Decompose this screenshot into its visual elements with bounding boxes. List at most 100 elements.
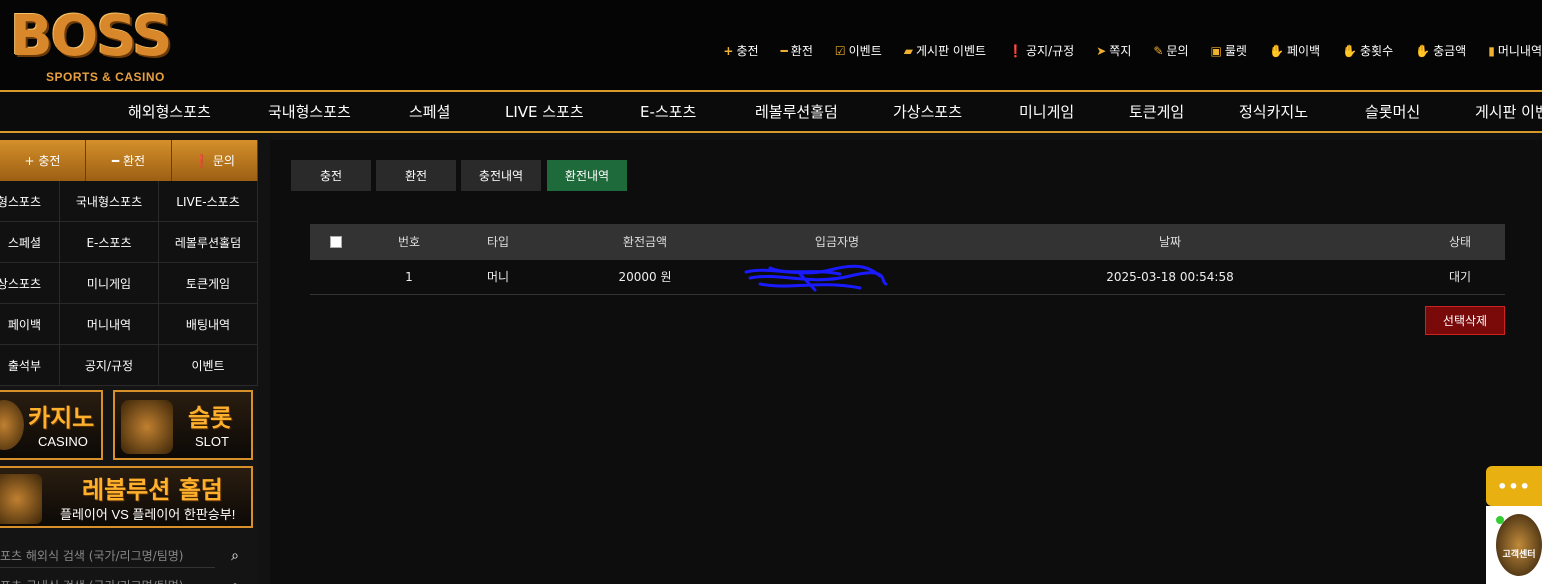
sidebar-button-label: 충전 — [38, 154, 61, 168]
sidebar-item[interactable]: 공지/규정 — [60, 345, 159, 385]
casino-banner-title: 카지노 — [28, 404, 95, 432]
logo-tagline: SPORTS & CASINO — [46, 70, 165, 84]
logo[interactable]: BOSS SPORTS & CASINO — [10, 6, 220, 88]
sidebar-item[interactable]: 출석부 — [0, 345, 60, 385]
edit-icon: ✎ — [1153, 43, 1164, 58]
top-link-label: 문의 — [1166, 44, 1189, 58]
top-links: + 충전 ━ 환전 ☑ 이벤트 ▰ 게시판 이벤트 ❗ 공지/규정 ➤ 쪽지 ✎ 문의 ▣ 룰렛… — [701, 42, 1542, 59]
hand-coin-icon: ✋ — [1415, 43, 1431, 58]
top-link-label: 머니내역 — [1497, 44, 1542, 58]
delete-selected-button[interactable]: 선택삭제 — [1425, 306, 1505, 335]
slot-banner[interactable]: 슬롯 SLOT — [113, 390, 253, 460]
top-link-notice[interactable]: ❗ 공지/규정 — [1008, 42, 1074, 59]
sidebar-item[interactable]: LIVE-스포츠 — [159, 181, 258, 221]
sidebar-button-label: 환전 — [122, 154, 146, 168]
top-link-money-history[interactable]: ▮ 머니내역 — [1488, 42, 1542, 59]
sidebar-top-buttons: + 충전 ━ 환전 ❗ 문의 — [0, 140, 258, 181]
roulette-wheel-icon — [0, 400, 24, 450]
top-link-label: 이벤트 — [848, 44, 882, 58]
hand-coin-icon: ✋ — [1342, 43, 1358, 58]
slot-machine-icon — [121, 400, 173, 454]
online-status-dot — [1496, 516, 1504, 524]
sidebar-item[interactable]: 머니내역 — [60, 304, 159, 344]
top-link-exchange[interactable]: ━ 환전 — [781, 42, 813, 59]
search-overseas-input[interactable]: 포츠 해외식 검색 (국가/리그명/팀명) — [0, 544, 215, 568]
top-link-label: 환전 — [790, 44, 813, 58]
row-type: 머니 — [486, 270, 510, 284]
top-link-label: 충금액 — [1433, 44, 1467, 58]
row-status: 대기 — [1448, 270, 1472, 284]
sidebar-item[interactable]: 페이백 — [0, 304, 60, 344]
sidebar-inquiry-button[interactable]: ❗ 문의 — [172, 140, 258, 181]
sidebar-row: 페이백 머니내역 배팅내역 — [0, 304, 258, 345]
top-link-roulette[interactable]: ▣ 룰렛 — [1211, 42, 1247, 59]
sidebar-row: 상스포츠 미니게임 토큰게임 — [0, 263, 258, 304]
top-link-event[interactable]: ☑ 이벤트 — [835, 42, 882, 59]
nav-special[interactable]: 스페셜 — [409, 101, 450, 122]
tab-exchange[interactable]: 환전 — [376, 160, 456, 191]
tab-exchange-history[interactable]: 환전내역 — [547, 160, 627, 191]
crown-icon — [0, 474, 42, 524]
nav-minigame[interactable]: 미니게임 — [1019, 101, 1074, 122]
nav-live-sports[interactable]: LIVE 스포츠 — [505, 101, 584, 122]
top-link-label: 충횟수 — [1360, 44, 1394, 58]
nav-token-game[interactable]: 토큰게임 — [1129, 101, 1184, 122]
logo-wordmark: BOSS — [10, 4, 172, 69]
casino-banner-subtitle: CASINO — [38, 434, 88, 449]
chat-widget[interactable]: 고객센터 — [1486, 506, 1542, 584]
row-amount: 20000 원 — [618, 270, 672, 284]
sidebar-item[interactable]: 이벤트 — [159, 345, 258, 385]
nav-slot-machine[interactable]: 슬롯머신 — [1365, 101, 1420, 122]
sidebar-exchange-button[interactable]: ━ 환전 — [86, 140, 172, 181]
search-domestic-input[interactable]: 포츠 국내식 검색 (국가/리그명/팀명) — [0, 574, 215, 584]
top-link-charge[interactable]: + 충전 — [723, 42, 758, 59]
nav-board-event[interactable]: 게시판 이벤 — [1475, 101, 1542, 122]
column-header: 상태 — [1448, 235, 1472, 249]
nav-domestic-sports[interactable]: 국내형스포츠 — [268, 101, 351, 122]
hand-coin-icon: ✋ — [1268, 43, 1284, 58]
sidebar-item[interactable]: 형스포츠 — [0, 181, 60, 221]
select-all-checkbox[interactable] — [330, 236, 342, 248]
top-link-label: 공지/규정 — [1026, 44, 1075, 58]
top-link-charge-count[interactable]: ✋ 충횟수 — [1342, 42, 1393, 59]
minus-icon: ━ — [111, 153, 120, 168]
casino-banner[interactable]: 카지노 CASINO — [0, 390, 103, 460]
wallet-icon: ▮ — [1488, 43, 1495, 58]
nav-virtual-sports[interactable]: 가상스포츠 — [893, 101, 962, 122]
nav-overseas-sports[interactable]: 해외형스포츠 — [128, 101, 211, 122]
sidebar-item[interactable]: 국내형스포츠 — [60, 181, 159, 221]
sidebar-item[interactable]: 배팅내역 — [159, 304, 258, 344]
customer-center-avatar: 고객센터 — [1496, 514, 1542, 576]
nav-casino[interactable]: 정식카지노 — [1239, 101, 1308, 122]
search-icon[interactable]: ⌕ — [215, 548, 255, 564]
top-link-board-event[interactable]: ▰ 게시판 이벤트 — [904, 42, 986, 59]
top-link-charge-amount[interactable]: ✋ 충금액 — [1415, 42, 1466, 59]
sidebar-item[interactable]: 레볼루션홀덤 — [159, 222, 258, 262]
sidebar-item[interactable]: E-스포츠 — [60, 222, 159, 262]
top-link-inquiry[interactable]: ✎ 문의 — [1153, 42, 1188, 59]
nav-esports[interactable]: E-스포츠 — [640, 101, 696, 122]
sidebar-item[interactable]: 상스포츠 — [0, 263, 60, 303]
nav-revolution-holdem[interactable]: 레볼루션홀덤 — [755, 101, 838, 122]
sidebar-item[interactable]: 미니게임 — [60, 263, 159, 303]
sidebar-menu-grid: 형스포츠 국내형스포츠 LIVE-스포츠 스페셜 E-스포츠 레볼루션홀덤 상스… — [0, 181, 258, 386]
board-event-icon: ▰ — [903, 43, 913, 58]
tab-charge[interactable]: 충전 — [291, 160, 371, 191]
alert-icon: ❗ — [194, 153, 210, 168]
top-link-payback[interactable]: ✋ 페이백 — [1269, 42, 1320, 59]
sidebar-item[interactable]: 스페셜 — [0, 222, 60, 262]
sidebar-item[interactable]: 토큰게임 — [159, 263, 258, 303]
chat-more-button[interactable]: ••• — [1486, 466, 1542, 506]
column-header: 타입 — [486, 235, 510, 249]
sidebar: + 충전 ━ 환전 ❗ 문의 형스포츠 국내형스포츠 LIVE-스포츠 스페셜 … — [0, 140, 258, 584]
search-overseas: 포츠 해외식 검색 (국가/리그명/팀명) ⌕ — [0, 542, 258, 570]
table-row[interactable]: 1 머니 20000 원 2025-03-18 00:54:58 대기 — [310, 260, 1505, 295]
paper-plane-icon: ➤ — [1096, 43, 1107, 58]
column-header: 입금자명 — [814, 235, 860, 249]
top-link-message[interactable]: ➤ 쪽지 — [1096, 42, 1131, 59]
sidebar-charge-button[interactable]: + 충전 — [0, 140, 86, 181]
search-icon[interactable]: ⌕ — [215, 578, 255, 584]
holdem-banner[interactable]: 레볼루션 홀덤 플레이어 VS 플레이어 한판승부! — [0, 466, 253, 528]
tab-charge-history[interactable]: 충전내역 — [461, 160, 541, 191]
top-link-label: 쪽지 — [1109, 44, 1132, 58]
